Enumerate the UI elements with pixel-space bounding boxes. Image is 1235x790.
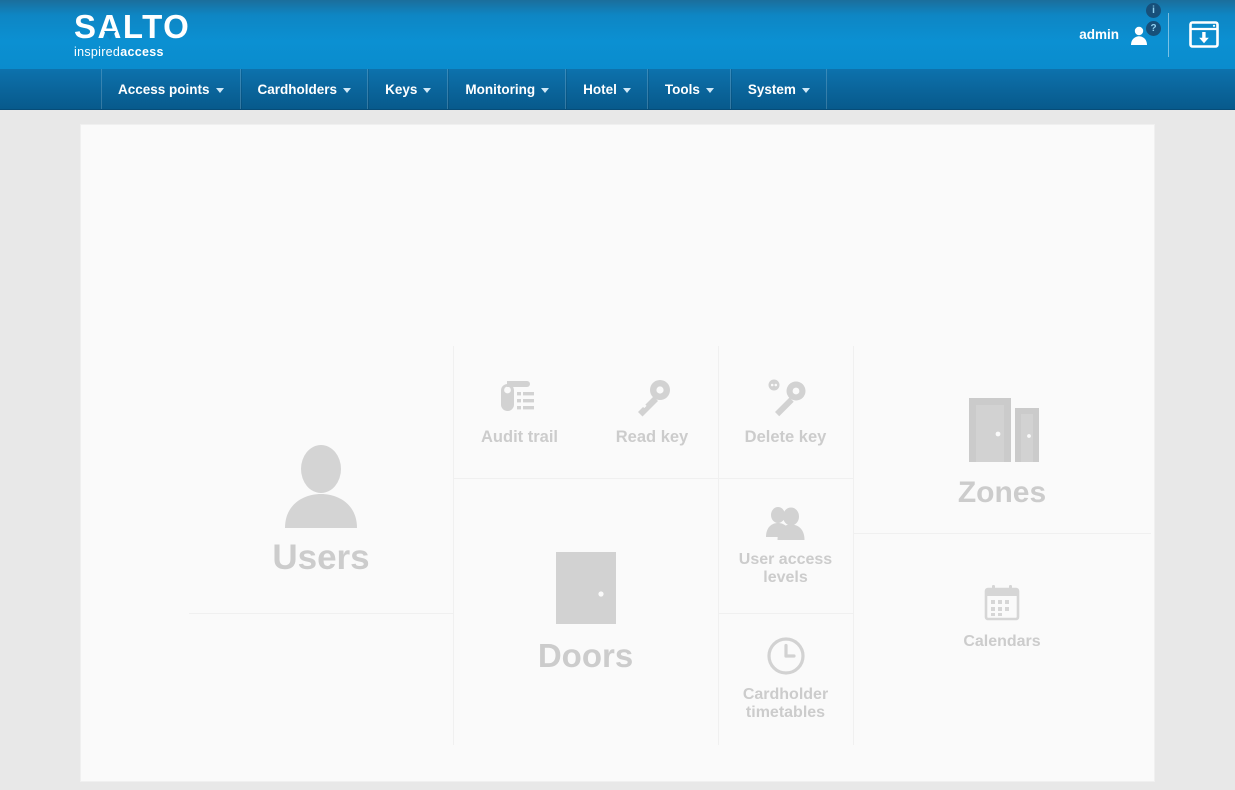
window-download-icon	[1189, 21, 1219, 48]
grid-divider-horizontal	[189, 613, 453, 614]
nav-item-system[interactable]: System	[730, 69, 827, 109]
chevron-down-icon	[705, 87, 714, 93]
clock-icon	[766, 636, 806, 676]
tile-label: Calendars	[963, 633, 1041, 651]
nav-label: System	[747, 81, 796, 97]
nav-label: Keys	[385, 81, 418, 97]
grid-divider-horizontal	[853, 533, 1151, 534]
door-icon	[546, 548, 626, 628]
key-delete-icon	[762, 378, 810, 418]
tile-users[interactable]: Users	[189, 410, 453, 610]
tile-audit-trail[interactable]: Audit trail	[453, 346, 586, 478]
chevron-down-icon	[622, 87, 631, 93]
tile-user-access-levels[interactable]: User access levels	[718, 478, 853, 613]
logo-tagline: inspiredaccess	[74, 46, 164, 59]
logo-tagline-bold: access	[120, 45, 164, 60]
header-badges: i ?	[1146, 3, 1161, 36]
two-people-icon	[762, 505, 810, 541]
door-handle-list-icon	[497, 378, 543, 418]
salto-logo[interactable]: SALTO inspiredaccess	[74, 10, 190, 59]
tile-cardholder-timetables[interactable]: Cardholder timetables	[718, 613, 853, 745]
tile-doors[interactable]: Doors	[453, 478, 718, 745]
nav-label: Hotel	[583, 81, 617, 97]
nav-label: Access points	[118, 81, 210, 97]
tile-label: User access levels	[738, 550, 833, 586]
info-icon[interactable]: i	[1146, 3, 1161, 18]
help-icon[interactable]: ?	[1146, 21, 1161, 36]
app-header: SALTO inspiredaccess admin i ?	[0, 0, 1235, 69]
nav-item-access-points[interactable]: Access points	[101, 69, 241, 109]
tile-label: Doors	[537, 637, 634, 675]
nav-label: Monitoring	[465, 81, 536, 97]
content-panel: Users Audit trail Read key Delete key Do…	[80, 124, 1155, 782]
chevron-down-icon	[423, 87, 432, 93]
nav-item-monitoring[interactable]: Monitoring	[448, 69, 567, 109]
logo-letter-s: S	[74, 8, 98, 46]
two-doors-icon	[963, 394, 1041, 466]
chevron-down-icon	[343, 87, 352, 93]
tile-label: Cardholder timetables	[742, 686, 829, 721]
admin-username: admin	[1079, 27, 1119, 42]
chevron-down-icon	[541, 87, 550, 93]
nav-item-cardholders[interactable]: Cardholders	[240, 69, 369, 109]
header-right-cluster: admin i ?	[1079, 0, 1235, 69]
nav-label: Cardholders	[257, 81, 338, 97]
tile-label: Audit trail	[481, 427, 558, 446]
logo-wordmark: SALTO	[74, 10, 190, 43]
logo-tagline-light: inspired	[74, 45, 121, 60]
nav-item-keys[interactable]: Keys	[368, 69, 449, 109]
tile-label: Delete key	[744, 427, 827, 446]
main-navigation: Access points Cardholders Keys Monitorin…	[0, 69, 1235, 110]
chevron-down-icon	[215, 87, 224, 93]
tile-label: Zones	[957, 476, 1047, 510]
tile-delete-key[interactable]: Delete key	[718, 346, 853, 478]
chevron-down-icon	[801, 87, 810, 93]
nav-label: Tools	[664, 81, 700, 97]
nav-item-tools[interactable]: Tools	[647, 69, 731, 109]
tile-read-key[interactable]: Read key	[586, 346, 718, 478]
tile-zones[interactable]: Zones	[853, 371, 1151, 533]
user-silhouette-icon	[282, 442, 360, 529]
tile-label: Read key	[615, 427, 689, 446]
tile-label: Users	[272, 538, 370, 578]
logo-letters-lto: LTO	[122, 8, 191, 46]
download-button[interactable]	[1169, 21, 1235, 48]
dashboard-grid: Users Audit trail Read key Delete key Do…	[81, 125, 1156, 783]
tile-calendars[interactable]: Calendars	[853, 557, 1151, 677]
calendar-icon	[982, 583, 1022, 623]
nav-item-hotel[interactable]: Hotel	[566, 69, 648, 109]
logo-letter-a-triangle: A	[97, 8, 123, 46]
key-icon	[631, 378, 673, 418]
